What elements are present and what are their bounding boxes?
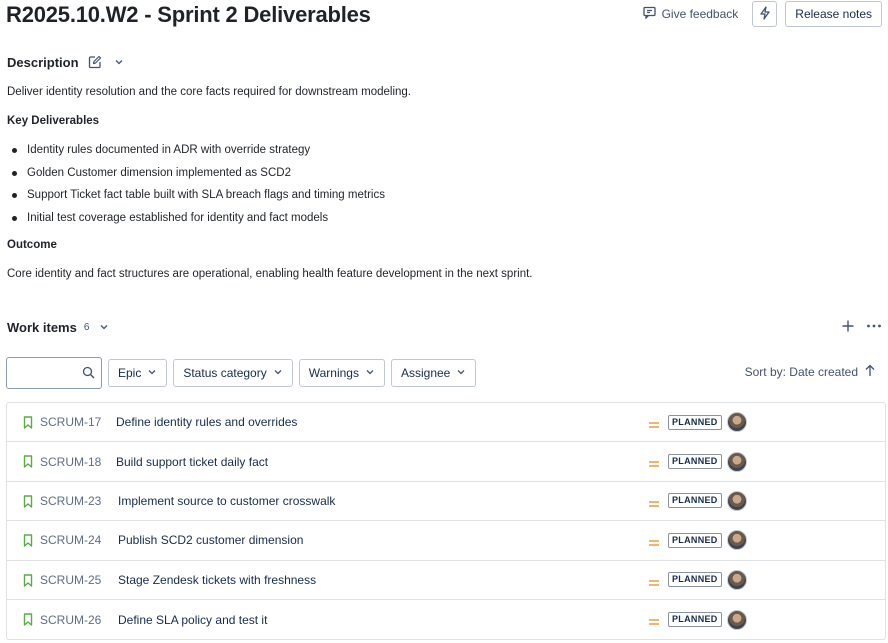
issue-key[interactable]: SCRUM-26 bbox=[40, 613, 101, 627]
status-badge[interactable]: PLANNED bbox=[668, 572, 722, 588]
chevron-down-icon[interactable] bbox=[96, 319, 112, 335]
key-deliverables-heading: Key Deliverables bbox=[7, 115, 100, 127]
avatar[interactable] bbox=[727, 451, 747, 472]
bookmark-icon bbox=[23, 495, 33, 511]
issue-summary[interactable]: Define SLA policy and test it bbox=[118, 613, 267, 627]
issue-summary[interactable]: Implement source to customer crosswalk bbox=[118, 494, 335, 508]
chevron-down-icon bbox=[273, 366, 283, 380]
bookmark-icon bbox=[23, 573, 33, 590]
search-input[interactable] bbox=[11, 359, 81, 387]
issue-key[interactable]: SCRUM-23 bbox=[40, 494, 101, 508]
chevron-down-icon bbox=[365, 366, 375, 380]
filter-warnings[interactable]: Warnings bbox=[298, 359, 385, 387]
page-title: R2025.10.W2 - Sprint 2 Deliverables bbox=[6, 2, 371, 27]
plus-icon[interactable] bbox=[840, 318, 856, 334]
work-items-actions bbox=[840, 318, 882, 334]
list-item: Identity rules documented in ADR with ov… bbox=[7, 142, 385, 165]
chevron-down-icon bbox=[456, 366, 466, 380]
filter-label: Epic bbox=[118, 366, 142, 380]
priority-medium-icon bbox=[648, 576, 660, 590]
priority-medium-icon bbox=[648, 536, 660, 550]
work-items-list: SCRUM-17 Define identity rules and overr… bbox=[6, 402, 886, 641]
bookmark-icon bbox=[23, 613, 33, 629]
bookmark-icon bbox=[23, 455, 33, 471]
automation-button[interactable] bbox=[752, 1, 778, 27]
table-row[interactable]: SCRUM-25 Stage Zendesk tickets with fres… bbox=[7, 561, 885, 600]
table-row[interactable]: SCRUM-18 Build support ticket daily fact… bbox=[7, 442, 885, 482]
list-item: Golden Customer dimension implemented as… bbox=[7, 165, 385, 188]
priority-medium-icon bbox=[648, 497, 660, 511]
search-field bbox=[6, 357, 102, 389]
bookmark-icon bbox=[23, 534, 33, 550]
priority-medium-icon bbox=[648, 457, 660, 471]
give-feedback-button[interactable]: Give feedback bbox=[637, 1, 745, 27]
description-intro: Deliver identity resolution and the core… bbox=[7, 86, 411, 98]
outcome-heading: Outcome bbox=[7, 239, 57, 251]
filter-label: Status category bbox=[183, 366, 267, 380]
status-badge[interactable]: PLANNED bbox=[668, 454, 722, 470]
edit-icon[interactable] bbox=[87, 54, 103, 70]
lightning-icon bbox=[759, 5, 771, 23]
issue-summary[interactable]: Publish SCD2 customer dimension bbox=[118, 533, 303, 547]
chevron-down-icon[interactable] bbox=[111, 54, 127, 70]
table-row[interactable]: SCRUM-26 Define SLA policy and test it P… bbox=[7, 600, 885, 639]
priority-medium-icon bbox=[648, 418, 660, 432]
top-actions: Give feedback Release notes bbox=[637, 1, 882, 27]
filter-bar: Epic Status category Warnings Assignee bbox=[6, 357, 477, 389]
description-header: Description bbox=[7, 54, 127, 70]
avatar[interactable] bbox=[727, 530, 747, 551]
bookmark-icon bbox=[23, 416, 33, 432]
filter-assignee[interactable]: Assignee bbox=[390, 359, 477, 387]
work-items-count: 6 bbox=[83, 321, 90, 333]
status-badge[interactable]: PLANNED bbox=[668, 493, 722, 509]
outcome-text: Core identity and fact structures are op… bbox=[7, 268, 533, 280]
list-item: Support Ticket fact table built with SLA… bbox=[7, 187, 385, 210]
filter-epic[interactable]: Epic bbox=[108, 359, 168, 387]
avatar[interactable] bbox=[727, 609, 747, 630]
issue-key[interactable]: SCRUM-18 bbox=[40, 455, 101, 469]
issue-key[interactable]: SCRUM-25 bbox=[40, 573, 101, 587]
filter-status-category[interactable]: Status category bbox=[173, 359, 293, 387]
sort-button[interactable]: Sort by: Date created bbox=[745, 364, 876, 380]
description-heading: Description bbox=[7, 54, 79, 70]
release-notes-button[interactable]: Release notes bbox=[785, 1, 882, 27]
deliverables-list: Identity rules documented in ADR with ov… bbox=[7, 142, 385, 232]
filter-label: Warnings bbox=[308, 366, 359, 380]
filter-label: Assignee bbox=[400, 366, 451, 380]
search-icon[interactable] bbox=[82, 366, 95, 382]
chevron-down-icon bbox=[147, 366, 157, 380]
arrow-up-icon bbox=[864, 364, 876, 380]
table-row[interactable]: SCRUM-24 Publish SCD2 customer dimension… bbox=[7, 521, 885, 561]
work-items-header: Work items 6 bbox=[7, 319, 112, 335]
issue-key[interactable]: SCRUM-24 bbox=[40, 533, 101, 547]
list-item: Initial test coverage established for id… bbox=[7, 210, 385, 233]
issue-summary[interactable]: Define identity rules and overrides bbox=[116, 415, 297, 429]
give-feedback-label: Give feedback bbox=[661, 7, 739, 21]
priority-medium-icon bbox=[648, 615, 660, 629]
status-badge[interactable]: PLANNED bbox=[668, 532, 722, 548]
avatar[interactable] bbox=[727, 569, 747, 590]
sort-label: Sort by: Date created bbox=[744, 365, 858, 379]
status-badge[interactable]: PLANNED bbox=[668, 414, 722, 430]
table-row[interactable]: SCRUM-23 Implement source to customer cr… bbox=[7, 482, 885, 522]
issue-key[interactable]: SCRUM-17 bbox=[40, 415, 101, 429]
avatar[interactable] bbox=[727, 412, 747, 433]
avatar[interactable] bbox=[727, 490, 747, 511]
issue-summary[interactable]: Stage Zendesk tickets with freshness bbox=[118, 573, 316, 587]
feedback-icon bbox=[642, 6, 656, 22]
more-icon[interactable] bbox=[866, 318, 882, 334]
table-row[interactable]: SCRUM-17 Define identity rules and overr… bbox=[7, 403, 885, 443]
issue-summary[interactable]: Build support ticket daily fact bbox=[116, 455, 268, 469]
status-badge[interactable]: PLANNED bbox=[668, 612, 722, 628]
work-items-heading: Work items bbox=[7, 319, 77, 335]
